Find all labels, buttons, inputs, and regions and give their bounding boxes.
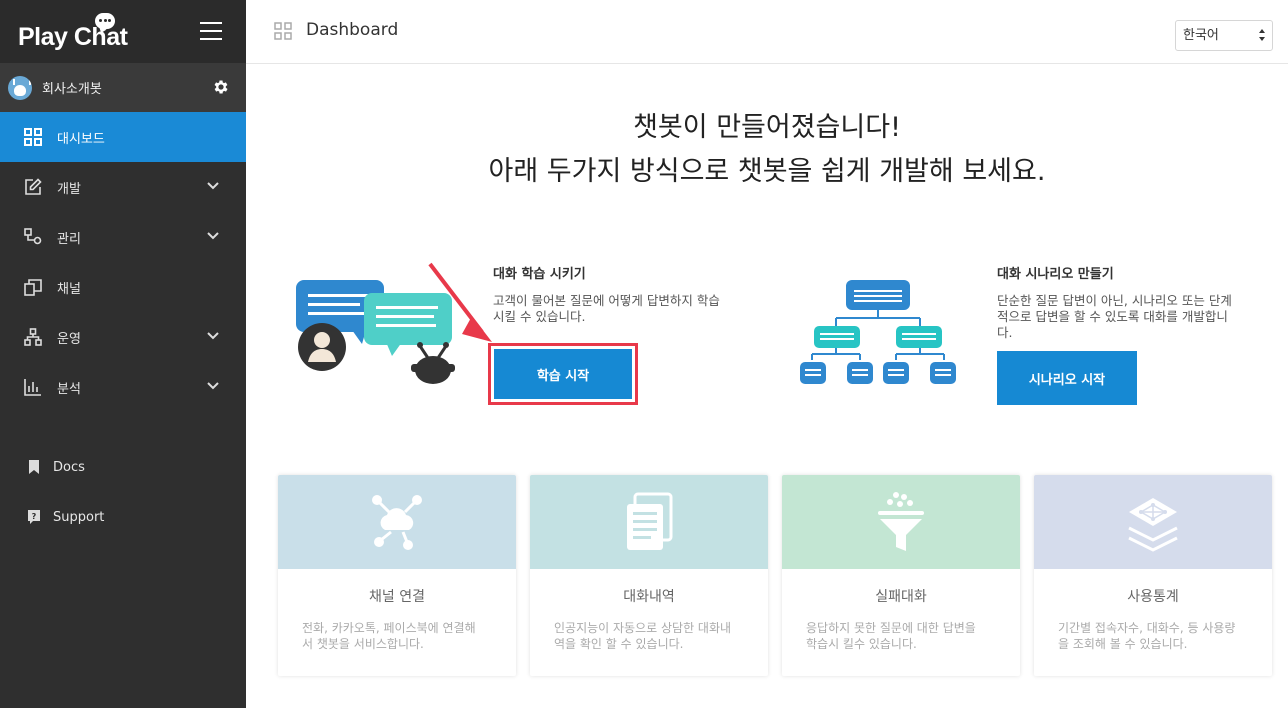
sidebar-item-label: 대시보드 bbox=[57, 131, 105, 147]
user-avatar-icon bbox=[298, 323, 346, 371]
chevron-down-icon bbox=[207, 332, 219, 340]
sidebar-item-dashboard[interactable]: 대시보드 bbox=[0, 112, 246, 162]
feature-desc-line-2: 역을 확인 할 수 있습니다. bbox=[554, 637, 684, 651]
chevron-down-icon bbox=[207, 382, 219, 390]
feature-card-header bbox=[278, 475, 516, 569]
flowchart-icon bbox=[800, 280, 956, 384]
chat-bubble-icon bbox=[95, 13, 115, 29]
sidebar-link-docs[interactable]: Docs bbox=[0, 442, 246, 492]
channel-icon bbox=[24, 278, 42, 296]
sidebar-item-label: 채널 bbox=[57, 281, 81, 297]
sidebar: Play Chat 회사소개봇 대시보드 개발 관리 채널 운영 분석 Docs… bbox=[0, 0, 246, 708]
sidebar-item-analytics[interactable]: 분석 bbox=[0, 362, 246, 412]
top-header: Dashboard 한국어 bbox=[246, 0, 1288, 64]
feature-desc-line-1: 전화, 카카오톡, 페이스북에 연결해 bbox=[302, 621, 476, 635]
chevron-down-icon bbox=[207, 182, 219, 190]
sidebar-item-label: 분석 bbox=[57, 381, 81, 397]
feature-title: 대화내역 bbox=[623, 589, 675, 605]
svg-text:?: ? bbox=[32, 512, 37, 521]
hero-line-2: 아래 두가지 방식으로 챗봇을 쉽게 개발해 보세요. bbox=[488, 156, 1046, 187]
bot-selector[interactable]: 회사소개봇 bbox=[0, 63, 246, 112]
learn-title: 대화 학습 시키기 bbox=[493, 267, 586, 282]
sidebar-item-operation[interactable]: 운영 bbox=[0, 312, 246, 362]
chat-learning-illustration bbox=[296, 262, 492, 384]
language-select[interactable]: 한국어 bbox=[1175, 20, 1273, 51]
sidebar-item-develop[interactable]: 개발 bbox=[0, 162, 246, 212]
language-selected-value: 한국어 bbox=[1183, 28, 1219, 43]
bookmark-icon bbox=[28, 460, 40, 474]
scenario-tree-illustration bbox=[800, 280, 956, 384]
feature-desc-line-1: 응답하지 못한 질문에 대한 답변을 bbox=[806, 621, 976, 635]
feature-desc-line-1: 기간별 접속자수, 대화수, 등 사용량 bbox=[1058, 621, 1236, 635]
scenario-desc-line-3: 다. bbox=[997, 325, 1013, 340]
feature-desc-line-2: 서 챗봇을 서비스합니다. bbox=[302, 637, 424, 651]
sidebar-item-label: 개발 bbox=[57, 181, 81, 197]
sidebar-item-label: 관리 bbox=[57, 231, 81, 247]
feature-card-header bbox=[1034, 475, 1272, 569]
gear-icon[interactable] bbox=[212, 78, 230, 96]
sidebar-item-label: 운영 bbox=[57, 331, 81, 347]
feature-card-header bbox=[530, 475, 768, 569]
feature-card-header bbox=[782, 475, 1020, 569]
cloud-network-icon bbox=[372, 495, 422, 550]
main-nav: 대시보드 개발 관리 채널 운영 분석 bbox=[0, 112, 246, 412]
hero-heading: 챗봇이 만들어졌습니다! 아래 두가지 방식으로 챗봇을 쉽게 개발해 보세요. bbox=[246, 106, 1288, 194]
layers-icon bbox=[1128, 498, 1178, 552]
page-title: Dashboard bbox=[306, 20, 399, 40]
dashboard-icon bbox=[24, 128, 42, 146]
bot-name: 회사소개봇 bbox=[42, 82, 102, 97]
feature-desc-line-2: 을 조회해 볼 수 있습니다. bbox=[1058, 637, 1188, 651]
hero-line-1: 챗봇이 만들어졌습니다! bbox=[633, 112, 901, 143]
help-icon: ? bbox=[28, 510, 40, 524]
brand: Play Chat bbox=[0, 0, 246, 63]
feature-card-stats[interactable]: 사용통계 기간별 접속자수, 대화수, 등 사용량 을 조회해 볼 수 있습니다… bbox=[1034, 475, 1272, 676]
sidebar-link-support[interactable]: ? Support bbox=[0, 492, 246, 542]
learn-desc-line-1: 고객이 물어본 질문에 어떻게 답변하지 학습 bbox=[493, 293, 720, 308]
dashboard-icon bbox=[274, 22, 292, 40]
learn-desc-line-2: 시킬 수 있습니다. bbox=[493, 309, 586, 324]
scenario-start-button[interactable]: 시나리오 시작 bbox=[997, 351, 1137, 405]
sidebar-link-label: Support bbox=[53, 509, 105, 525]
bot-avatar bbox=[8, 75, 32, 100]
chart-icon bbox=[24, 378, 42, 396]
robot-icon bbox=[411, 342, 455, 384]
feature-desc-line-2: 학습시 킬수 있습니다. bbox=[806, 637, 917, 651]
feature-card-history[interactable]: 대화내역 인공지능이 자동으로 상담한 대화내 역을 확인 할 수 있습니다. bbox=[530, 475, 768, 676]
sidebar-link-label: Docs bbox=[53, 459, 85, 475]
edit-icon bbox=[24, 178, 42, 196]
feature-description: 기간별 접속자수, 대화수, 등 사용량 을 조회해 볼 수 있습니다. bbox=[1034, 606, 1272, 652]
feature-title: 채널 연결 bbox=[369, 589, 425, 605]
feature-title: 사용통계 bbox=[1127, 589, 1179, 605]
feature-card-failed[interactable]: 실패대화 응답하지 못한 질문에 대한 답변을 학습시 킬수 있습니다. bbox=[782, 475, 1020, 676]
feature-title: 실패대화 bbox=[875, 589, 927, 605]
select-arrows-icon bbox=[1259, 29, 1265, 41]
sidebar-item-channel[interactable]: 채널 bbox=[0, 262, 246, 312]
funnel-icon bbox=[878, 492, 924, 551]
learn-start-button[interactable]: 학습 시작 bbox=[494, 349, 632, 399]
documents-icon bbox=[627, 492, 673, 550]
manage-icon bbox=[24, 228, 42, 246]
chat-bubble-icon bbox=[364, 293, 452, 356]
operation-icon bbox=[24, 328, 42, 346]
feature-description: 인공지능이 자동으로 상담한 대화내 역을 확인 할 수 있습니다. bbox=[530, 606, 768, 652]
scenario-desc-line-1: 단순한 질문 답변이 아닌, 시나리오 또는 단계 bbox=[997, 293, 1232, 308]
feature-desc-line-1: 인공지능이 자동으로 상담한 대화내 bbox=[554, 621, 732, 635]
feature-description: 전화, 카카오톡, 페이스북에 연결해 서 챗봇을 서비스합니다. bbox=[278, 606, 516, 652]
menu-toggle-icon[interactable] bbox=[200, 22, 222, 40]
chevron-down-icon bbox=[207, 232, 219, 240]
sidebar-item-manage[interactable]: 관리 bbox=[0, 212, 246, 262]
main-content: 챗봇이 만들어졌습니다! 아래 두가지 방식으로 챗봇을 쉽게 개발해 보세요. bbox=[246, 64, 1288, 708]
scenario-desc-line-2: 적으로 답변을 할 수 있도록 대화를 개발합니 bbox=[997, 309, 1228, 324]
secondary-nav: Docs ? Support bbox=[0, 442, 246, 542]
feature-description: 응답하지 못한 질문에 대한 답변을 학습시 킬수 있습니다. bbox=[782, 606, 1020, 652]
scenario-description: 단순한 질문 답변이 아닌, 시나리오 또는 단계 적으로 답변을 할 수 있도… bbox=[997, 293, 1232, 341]
scenario-title: 대화 시나리오 만들기 bbox=[997, 267, 1114, 282]
learn-description: 고객이 물어본 질문에 어떻게 답변하지 학습 시킬 수 있습니다. bbox=[493, 293, 720, 325]
feature-card-channel[interactable]: 채널 연결 전화, 카카오톡, 페이스북에 연결해 서 챗봇을 서비스합니다. bbox=[278, 475, 516, 676]
